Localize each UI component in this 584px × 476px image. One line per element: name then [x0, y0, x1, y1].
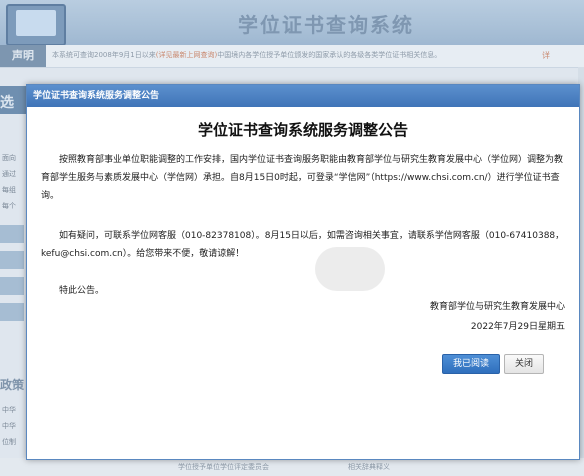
notice-more-link[interactable]: 详 — [542, 50, 550, 61]
announcement-dialog: 学位证书查询系统服务调整公告 学位证书查询系统服务调整公告 按照教育部事业单位职… — [26, 84, 580, 460]
policy-line[interactable]: 位制 — [2, 434, 16, 450]
notice-paragraph: 如有疑问，可联系学位网客服（010-82378108）。8月15日以后，如需咨询… — [41, 231, 565, 259]
notice-paragraph: 按照教育部事业单位职能调整的工作安排，国内学位证书查询服务职能由教育部学位与研究… — [41, 155, 564, 201]
read-confirm-button[interactable]: 我已阅读 — [442, 354, 500, 374]
signature-organization: 教育部学位与研究生教育发展中心 — [429, 302, 565, 312]
thumbnail-image — [0, 277, 24, 295]
signature-date: 2022年7月29日星期五 — [470, 322, 565, 332]
site-title: 学位证书查询系统 — [238, 13, 414, 37]
notice-link[interactable]: (详见最新上网查询) — [156, 51, 217, 59]
thumbnail-image — [0, 303, 24, 321]
close-button[interactable]: 关闭 — [504, 354, 544, 374]
notice-text: 本系统可查询2008年9月1日以来(详见最新上网查询)中国境内各学位授予单位颁发… — [52, 50, 441, 60]
thumbnail-image — [0, 225, 24, 243]
thumbnail-image — [0, 251, 24, 269]
dialog-titlebar[interactable]: 学位证书查询系统服务调整公告 — [27, 85, 579, 107]
left-line: 每组 — [2, 186, 16, 194]
computer-icon — [6, 4, 66, 46]
footer-link[interactable]: 学位授予单位学位评定委员会 — [178, 462, 269, 472]
left-line: 每个 — [2, 202, 16, 210]
notice-tab: 声明 — [0, 45, 46, 67]
left-line: 面向 — [2, 154, 16, 162]
left-banner-tag: 选 — [0, 95, 14, 111]
left-text-lines: 面向 通过 每组 每个 — [2, 150, 16, 214]
site-header: 学位证书查询系统 — [0, 0, 584, 46]
policy-line[interactable]: 中华 — [2, 402, 16, 418]
left-line: 通过 — [2, 170, 16, 178]
notice-text-a: 本系统可查询2008年9月1日以来 — [52, 51, 156, 59]
loading-overlay — [315, 247, 385, 291]
policy-line[interactable]: 中华 — [2, 418, 16, 434]
notice-text-b: 中国境内各学位授予单位颁发的国家承认的各级各类学位证书相关信息。 — [217, 51, 442, 59]
policy-lines: 中华 中华 位制 — [2, 402, 16, 450]
footer-link[interactable]: 相关辞典释义 — [348, 462, 390, 472]
policy-heading: 政策 — [0, 378, 25, 392]
notice-paragraph: 特此公告。 — [59, 286, 105, 296]
footer-bar — [0, 458, 584, 476]
side-thumbnails — [0, 225, 24, 329]
notice-bar: 声明 本系统可查询2008年9月1日以来(详见最新上网查询)中国境内各学位授予单… — [0, 45, 584, 68]
screen-icon — [16, 10, 56, 36]
dialog-body: 学位证书查询系统服务调整公告 按照教育部事业单位职能调整的工作安排，国内学位证书… — [27, 107, 579, 459]
notice-title: 学位证书查询系统服务调整公告 — [197, 121, 408, 139]
